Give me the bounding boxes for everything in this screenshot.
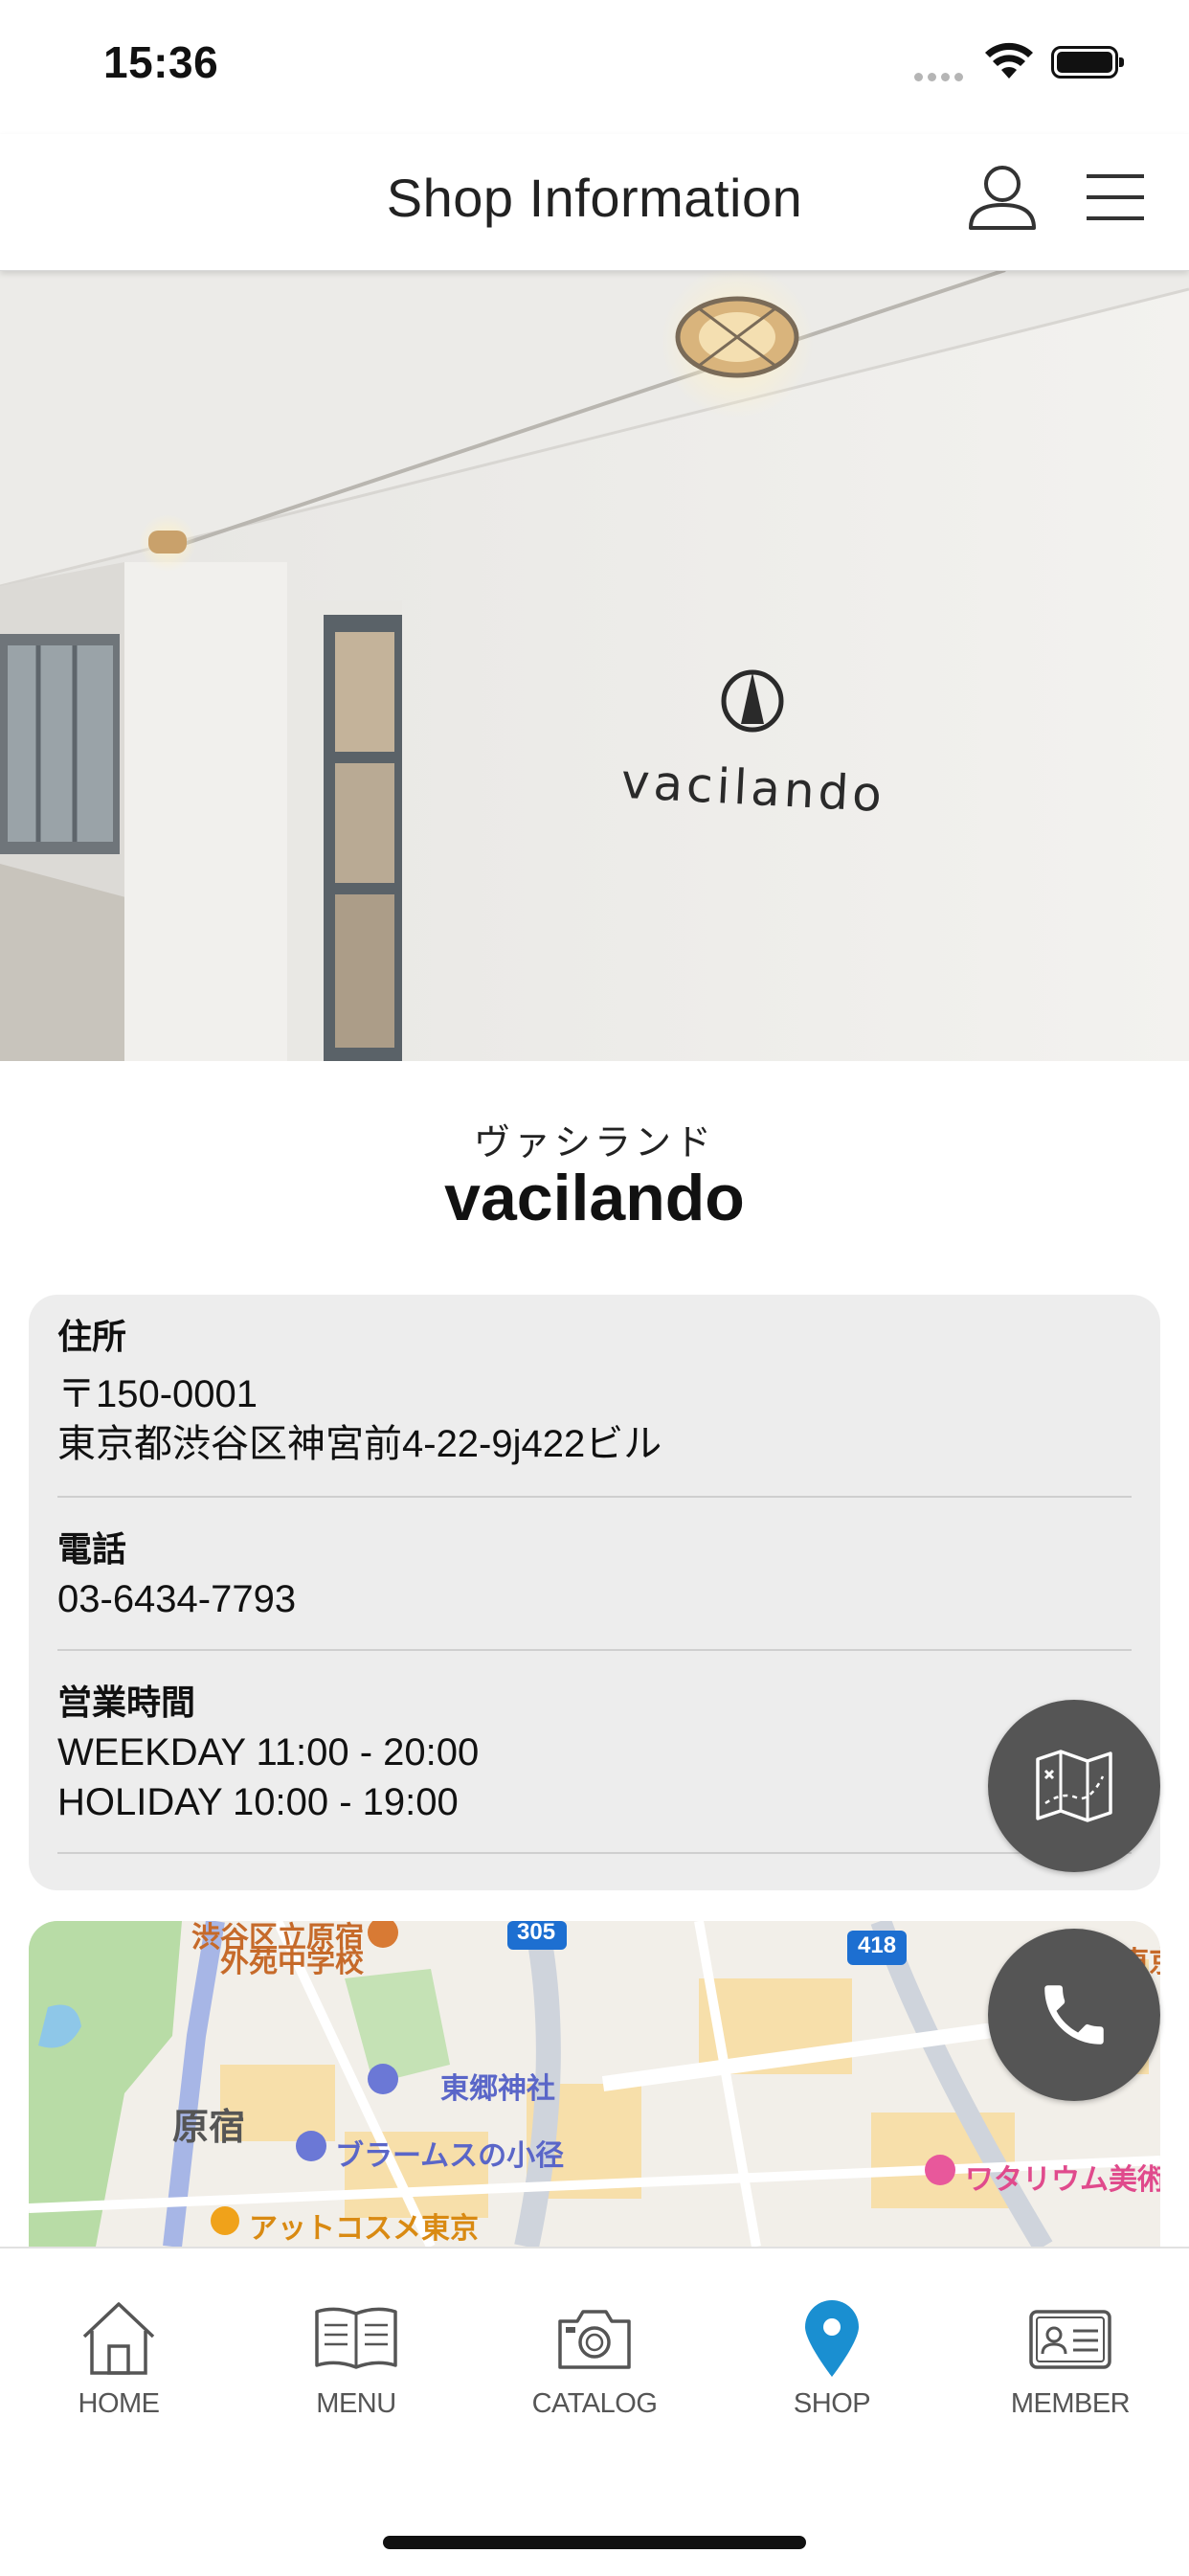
hours-holiday: HOLIDAY 10:00 - 19:00 <box>57 1781 459 1823</box>
map-label: 外苑中学校 <box>220 1947 364 1978</box>
signal-icon <box>914 69 968 86</box>
home-icon <box>82 2302 155 2375</box>
member-card-icon <box>1029 2310 1111 2369</box>
address-section: 住所 〒150-0001 東京都渋谷区神宮前4-22-9j422ビル <box>57 1316 1132 1469</box>
museum-marker-icon <box>925 2155 955 2185</box>
divider <box>57 1649 1132 1651</box>
map-label: ワタリウム美術 <box>965 2164 1160 2196</box>
phone-label: 電話 <box>57 1529 127 1569</box>
shop-photo: vacilando <box>0 270 1189 1061</box>
shop-map[interactable]: 渋谷区立原宿 外苑中学校 305 418 東京 原宿 東郷神社 ブラームスの小径… <box>29 1921 1160 2247</box>
tab-catalog-label: CATALOG <box>531 2388 658 2419</box>
wifi-icon <box>984 42 1034 85</box>
phone-section: 電話 03-6434-7793 <box>57 1528 1132 1624</box>
tab-shop-label: SHOP <box>793 2388 871 2419</box>
phone-icon <box>1044 1985 1104 2045</box>
tab-shop[interactable]: SHOP <box>736 2298 928 2420</box>
open-map-button[interactable] <box>988 1700 1160 1872</box>
hours-label: 営業時間 <box>57 1683 196 1722</box>
status-time: 15:36 <box>103 37 219 87</box>
battery-icon <box>1051 46 1124 79</box>
tab-menu[interactable]: MENU <box>260 2298 452 2420</box>
tab-home[interactable]: HOME <box>23 2298 214 2420</box>
book-icon <box>315 2307 397 2369</box>
tab-catalog[interactable]: CATALOG <box>499 2298 690 2420</box>
call-button[interactable] <box>988 1929 1160 2101</box>
phone-number[interactable]: 03-6434-7793 <box>57 1574 1132 1624</box>
divider <box>57 1496 1132 1498</box>
shop-name: vacilando <box>444 1162 745 1234</box>
home-indicator <box>383 2536 806 2549</box>
hours-weekday: WEEKDAY 11:00 - 20:00 <box>57 1731 480 1774</box>
shop-marker-icon <box>211 2206 239 2235</box>
header: Shop Information <box>0 134 1189 271</box>
route-418-label: 418 <box>858 1932 897 1958</box>
shrine-marker-icon <box>368 2064 398 2094</box>
user-account-icon[interactable] <box>967 163 1038 237</box>
divider <box>57 1852 1132 1854</box>
address-line: 東京都渋谷区神宮前4-22-9j422ビル <box>57 1423 662 1465</box>
camera-icon <box>558 2310 631 2369</box>
address-label: 住所 <box>57 1317 127 1356</box>
hamburger-menu-icon[interactable] <box>1085 172 1146 227</box>
map-label: アットコスメ東京 <box>249 2213 479 2245</box>
tab-member-label: MEMBER <box>1010 2388 1131 2419</box>
hours-section: 営業時間 WEEKDAY 11:00 - 20:00 HOLIDAY 10:00… <box>57 1682 1132 1827</box>
folded-map-icon <box>1036 1750 1112 1822</box>
star-marker-icon <box>296 2131 326 2161</box>
location-pin-icon <box>805 2300 859 2377</box>
tab-home-label: HOME <box>78 2388 161 2419</box>
map-label: ブラームスの小径 <box>335 2140 565 2172</box>
route-305-label: 305 <box>517 1921 556 1945</box>
bottom-tab-bar: HOME MENU CATALOG SHOP MEMBER <box>0 2247 1189 2576</box>
map-label-harajuku: 原宿 <box>172 2108 246 2148</box>
tab-menu-label: MENU <box>316 2388 396 2419</box>
shop-name-kana: ヴァシランド <box>473 1123 715 1164</box>
tab-member[interactable]: MEMBER <box>975 2298 1166 2420</box>
address-postal: 〒150-0001 <box>57 1373 258 1415</box>
map-label: 東郷神社 <box>440 2073 555 2105</box>
